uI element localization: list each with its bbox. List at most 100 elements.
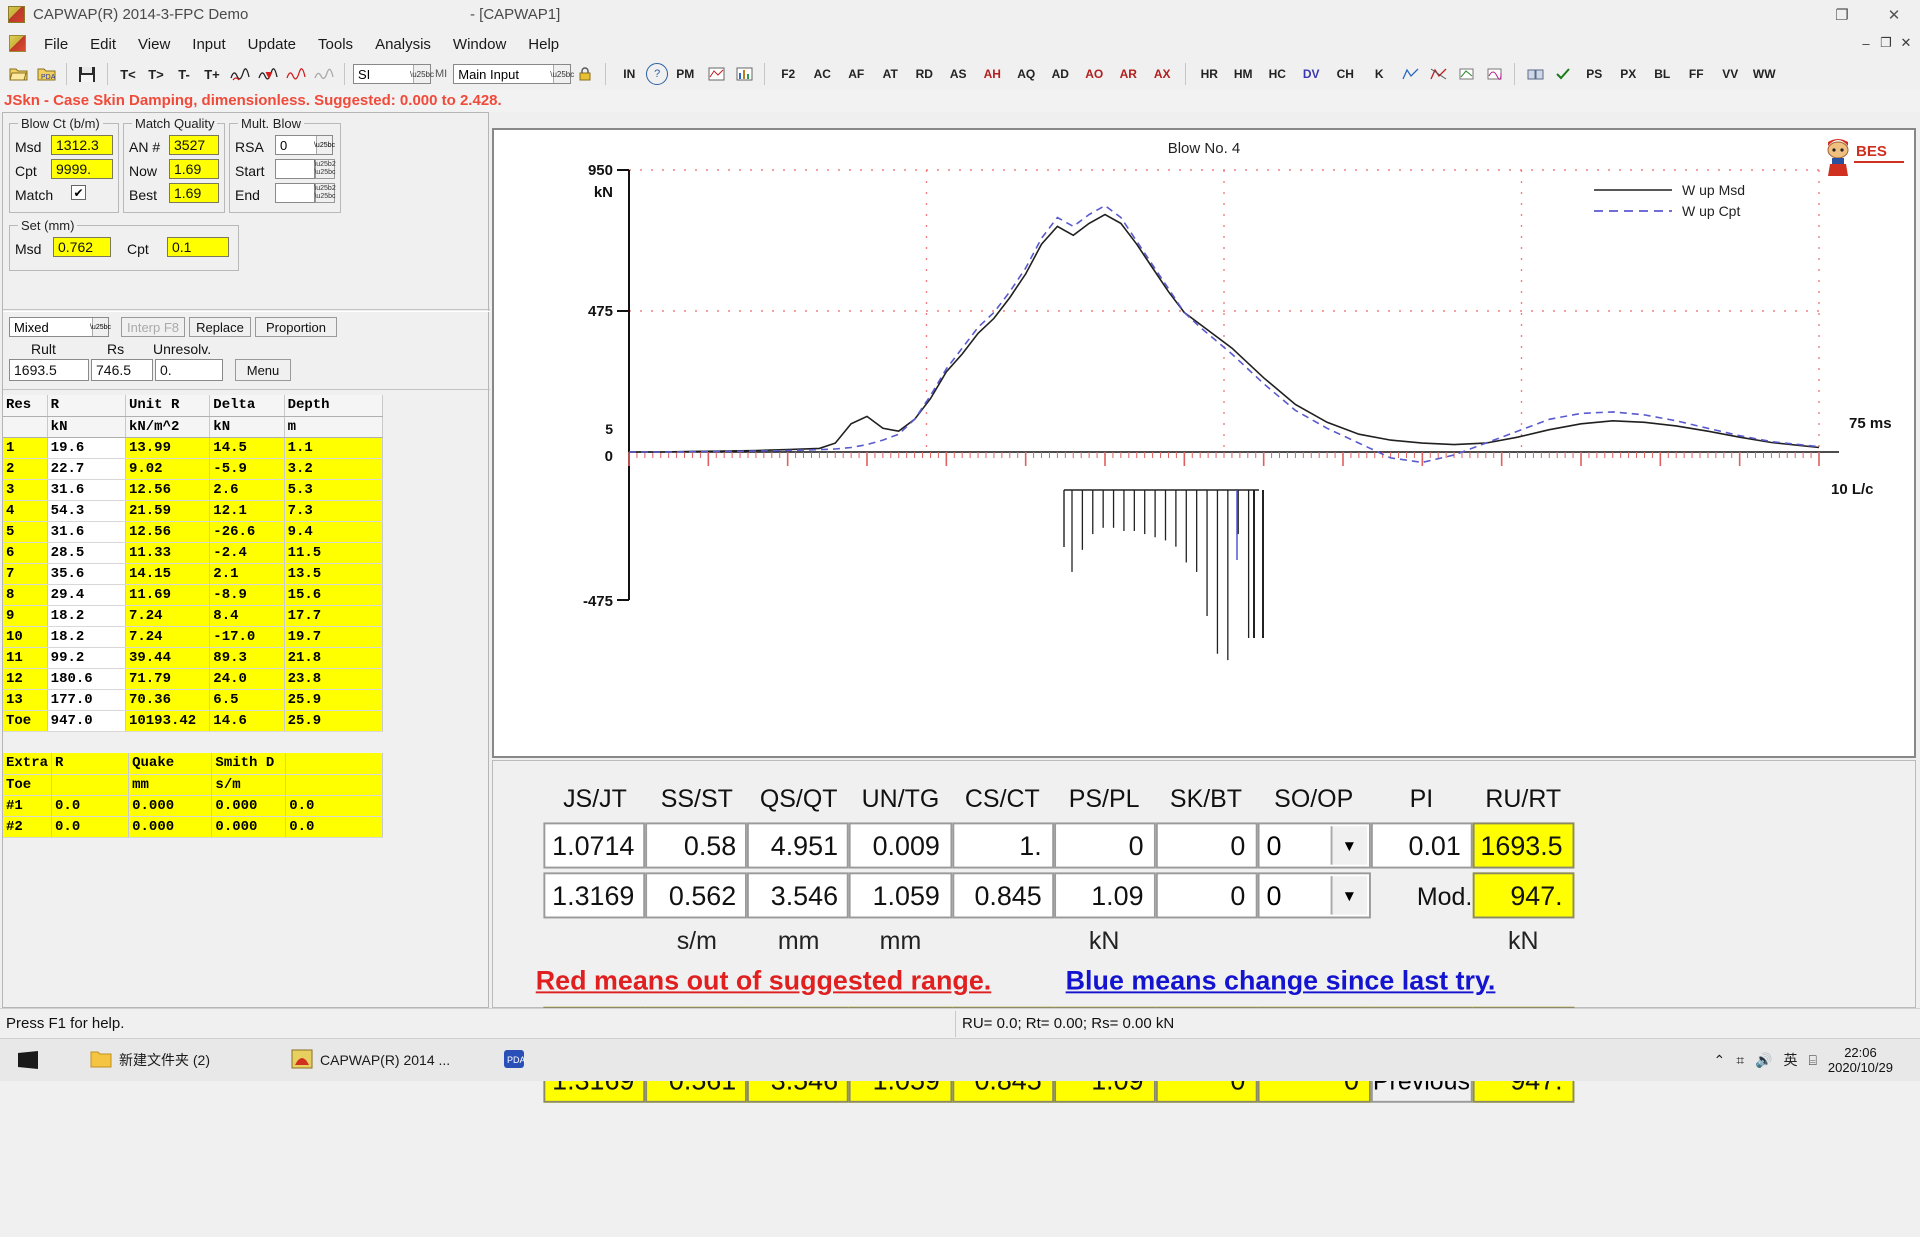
table-cell[interactable]: 9 xyxy=(3,605,48,627)
taskbar-item-capwap[interactable]: CAPWAP(R) 2014 ... xyxy=(283,1044,458,1076)
table-cell[interactable]: 4 xyxy=(3,500,48,522)
table-cell[interactable]: -5.9 xyxy=(209,458,285,480)
maximize-button[interactable]: ❐ xyxy=(1816,0,1868,30)
extra-cell[interactable]: 0.000 xyxy=(128,795,213,817)
tray-keyboard-icon[interactable]: ⌸ xyxy=(1809,1052,1817,1069)
check-icon[interactable] xyxy=(1549,62,1577,86)
table-cell[interactable]: 39.44 xyxy=(125,647,211,669)
toolbar-t-plus[interactable]: T+ xyxy=(198,62,226,86)
table-cell[interactable]: 177.0 xyxy=(47,689,126,711)
table-cell[interactable]: 10 xyxy=(3,626,48,648)
table-row[interactable]: 3 31.6 12.56 2.6 5.3 xyxy=(3,479,384,501)
param-field-row2[interactable]: 1.09 xyxy=(1053,872,1156,919)
table-cell[interactable]: 31.6 xyxy=(47,521,126,543)
code-ls-icon[interactable] xyxy=(1396,62,1424,86)
table-cell[interactable]: 3.2 xyxy=(284,458,384,480)
interp-button[interactable]: Interp F8 xyxy=(121,317,185,337)
table-cell[interactable]: 11.33 xyxy=(125,542,211,564)
extra-cell[interactable]: 0.000 xyxy=(128,816,213,838)
table-cell[interactable]: 5.3 xyxy=(284,479,384,501)
toolbar-t-prev[interactable]: T< xyxy=(114,62,142,86)
table-row[interactable]: 7 35.6 14.15 2.1 13.5 xyxy=(3,563,384,585)
code-ad[interactable]: AD xyxy=(1043,62,1077,86)
extra-cell[interactable]: 0.000 xyxy=(211,795,287,817)
param-field-row2[interactable]: 0 xyxy=(1155,872,1257,919)
code-dv[interactable]: DV xyxy=(1294,62,1328,86)
extra-row[interactable]: #2 0.0 0.000 0.000 0.0 xyxy=(3,816,383,838)
param-field-row2[interactable]: 1.3169 xyxy=(544,872,646,919)
table-cell[interactable]: 21.8 xyxy=(284,647,384,669)
chevron-down-icon[interactable]: ▼ xyxy=(1330,826,1367,865)
code-af[interactable]: AF xyxy=(839,62,873,86)
rult-field[interactable]: 1693.5 xyxy=(9,359,89,381)
extra-cell[interactable]: #1 xyxy=(3,795,53,817)
code-hr[interactable]: HR xyxy=(1192,62,1226,86)
table-cell[interactable]: 15.6 xyxy=(284,584,384,606)
set-msd-field[interactable]: 0.762 xyxy=(53,237,111,257)
param-field-row1[interactable]: 1. xyxy=(951,822,1054,869)
lock-icon[interactable] xyxy=(571,62,599,86)
param-field-row1[interactable]: 4.951 xyxy=(747,822,850,869)
wave-icon-4[interactable] xyxy=(310,62,338,86)
extra-cell[interactable]: 0.0 xyxy=(51,816,130,838)
best-field[interactable]: 1.69 xyxy=(169,183,219,203)
code-ax[interactable]: AX xyxy=(1145,62,1179,86)
toolbar-t-next[interactable]: T> xyxy=(142,62,170,86)
toolbar-t-minus[interactable]: T- xyxy=(170,62,198,86)
table-cell[interactable]: 11.69 xyxy=(125,584,211,606)
table-cell[interactable]: 31.6 xyxy=(47,479,126,501)
menu-tools[interactable]: Tools xyxy=(307,33,364,56)
table-cell[interactable]: 25.9 xyxy=(284,689,384,711)
mdi-close-button[interactable]: ✕ xyxy=(1896,33,1916,53)
table-cell[interactable]: 99.2 xyxy=(47,647,126,669)
chart-panel[interactable]: Blow No. 4 BES 950 kN 475 5 0 -475 75 ms 10 L/c… xyxy=(492,128,1916,758)
chevron-down-icon[interactable]: ▼ xyxy=(1330,876,1367,915)
mdi-restore-button[interactable]: ❐ xyxy=(1876,33,1896,53)
table-cell[interactable]: 13.5 xyxy=(284,563,384,585)
table-cell[interactable]: 9.02 xyxy=(125,458,211,480)
table-cell[interactable]: -26.6 xyxy=(209,521,285,543)
code-ps[interactable]: PS xyxy=(1577,62,1611,86)
start-field[interactable] xyxy=(275,159,315,179)
code-aq[interactable]: AQ xyxy=(1009,62,1043,86)
table-cell[interactable]: 14.6 xyxy=(209,710,285,732)
menu-help[interactable]: Help xyxy=(517,33,570,56)
menu-edit[interactable]: Edit xyxy=(79,33,127,56)
table-cell[interactable]: -8.9 xyxy=(209,584,285,606)
table-row[interactable]: 9 18.2 7.24 8.4 17.7 xyxy=(3,605,384,627)
param-field-row1[interactable]: 0 xyxy=(1053,822,1156,869)
table-cell[interactable]: 70.36 xyxy=(125,689,211,711)
taskbar-item-pda[interactable]: PDA xyxy=(495,1044,540,1076)
extra-row[interactable]: #1 0.0 0.000 0.000 0.0 xyxy=(3,795,383,817)
show-desktop-button[interactable] xyxy=(1904,1052,1910,1068)
table-row[interactable]: 10 18.2 7.24 -17.0 19.7 xyxy=(3,626,384,648)
mdi-child-icon[interactable] xyxy=(9,35,26,52)
chevron-down-icon-mixed[interactable]: \u25bc xyxy=(90,318,111,336)
code-ws-icon[interactable] xyxy=(1480,62,1508,86)
table-cell[interactable]: 12 xyxy=(3,668,48,690)
table-cell[interactable]: 19.7 xyxy=(284,626,384,648)
code-hm[interactable]: HM xyxy=(1226,62,1260,86)
table-cell[interactable]: 12.1 xyxy=(209,500,285,522)
table-cell[interactable]: 1.1 xyxy=(284,437,384,459)
open-pda-icon[interactable]: PDA xyxy=(32,62,60,86)
table-cell[interactable]: 8 xyxy=(3,584,48,606)
param-field-row1[interactable]: 0.01 xyxy=(1370,822,1473,869)
table-cell[interactable]: Toe xyxy=(3,710,48,732)
mdi-minimize-button[interactable]: – xyxy=(1856,33,1876,53)
param-field-row2[interactable]: 3.546 xyxy=(747,872,850,919)
open-icon[interactable] xyxy=(4,62,32,86)
table-cell[interactable]: 2 xyxy=(3,458,48,480)
unit-system-select[interactable]: SI \u25bc xyxy=(353,64,434,84)
table-row[interactable]: 2 22.7 9.02 -5.9 3.2 xyxy=(3,458,384,480)
match-checkbox[interactable]: ✔ xyxy=(71,185,86,200)
table-cell[interactable]: 23.8 xyxy=(284,668,384,690)
menu-window[interactable]: Window xyxy=(442,33,517,56)
tray-network-icon[interactable]: ⌗ xyxy=(1736,1052,1744,1069)
taskbar-clock[interactable]: 22:06 2020/10/29 xyxy=(1828,1045,1893,1075)
table-cell[interactable]: 28.5 xyxy=(47,542,126,564)
rsa-select[interactable]: 0 \u25bc xyxy=(275,135,335,155)
param-field-row2[interactable]: 947. xyxy=(1472,872,1575,919)
table-cell[interactable]: 29.4 xyxy=(47,584,126,606)
code-rd[interactable]: RD xyxy=(907,62,941,86)
